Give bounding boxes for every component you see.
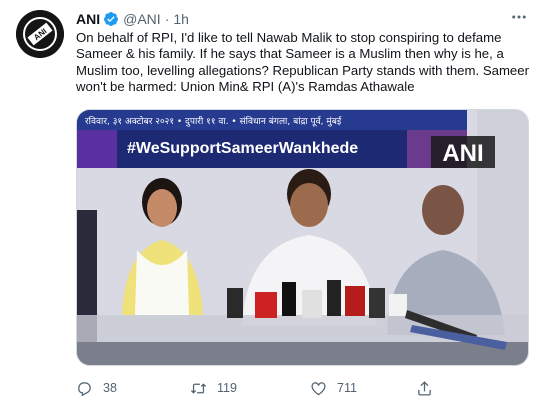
banner-hashtag: #WeSupportSameerWankhede <box>127 140 358 157</box>
retweet-icon <box>190 382 207 394</box>
press-conference-photo: रविवार, ३१ अक्टोबर २०२१ • दुपारी ११ वा. … <box>77 110 528 365</box>
tweet-text: On behalf of RPI, I'd like to tell Nawab… <box>76 30 529 95</box>
share-button[interactable] <box>416 380 433 397</box>
author-name[interactable]: ANI <box>76 11 100 27</box>
tweet-actions: 38 119 711 <box>76 377 536 399</box>
separator-dot: · <box>164 11 170 27</box>
retweet-count: 119 <box>217 381 237 395</box>
verified-badge-icon <box>104 12 119 26</box>
retweet-button[interactable]: 119 <box>190 380 237 397</box>
avatar[interactable]: ANI <box>16 10 64 58</box>
tweet[interactable]: ANI ANI @ANI · 1h On behalf of RPI, I'd … <box>0 0 549 406</box>
reply-button[interactable]: 38 <box>76 380 117 397</box>
ani-logo-icon: ANI <box>16 10 64 58</box>
like-button[interactable]: 711 <box>310 380 357 397</box>
author-handle[interactable]: @ANI <box>123 11 161 27</box>
ani-watermark: ANI <box>442 140 483 167</box>
tweet-header: ANI @ANI · 1h <box>76 10 531 28</box>
heart-icon <box>311 381 326 395</box>
share-icon <box>418 380 431 396</box>
reply-count: 38 <box>103 381 117 395</box>
reply-icon <box>78 381 91 396</box>
like-count: 711 <box>337 381 357 395</box>
tweet-media-image[interactable]: रविवार, ३१ अक्टोबर २०२१ • दुपारी ११ वा. … <box>76 109 529 366</box>
banner-top-text: रविवार, ३१ अक्टोबर २०२१ • दुपारी ११ वा. … <box>85 115 342 127</box>
tweet-time[interactable]: 1h <box>173 11 189 27</box>
more-dots-icon[interactable] <box>509 8 529 28</box>
